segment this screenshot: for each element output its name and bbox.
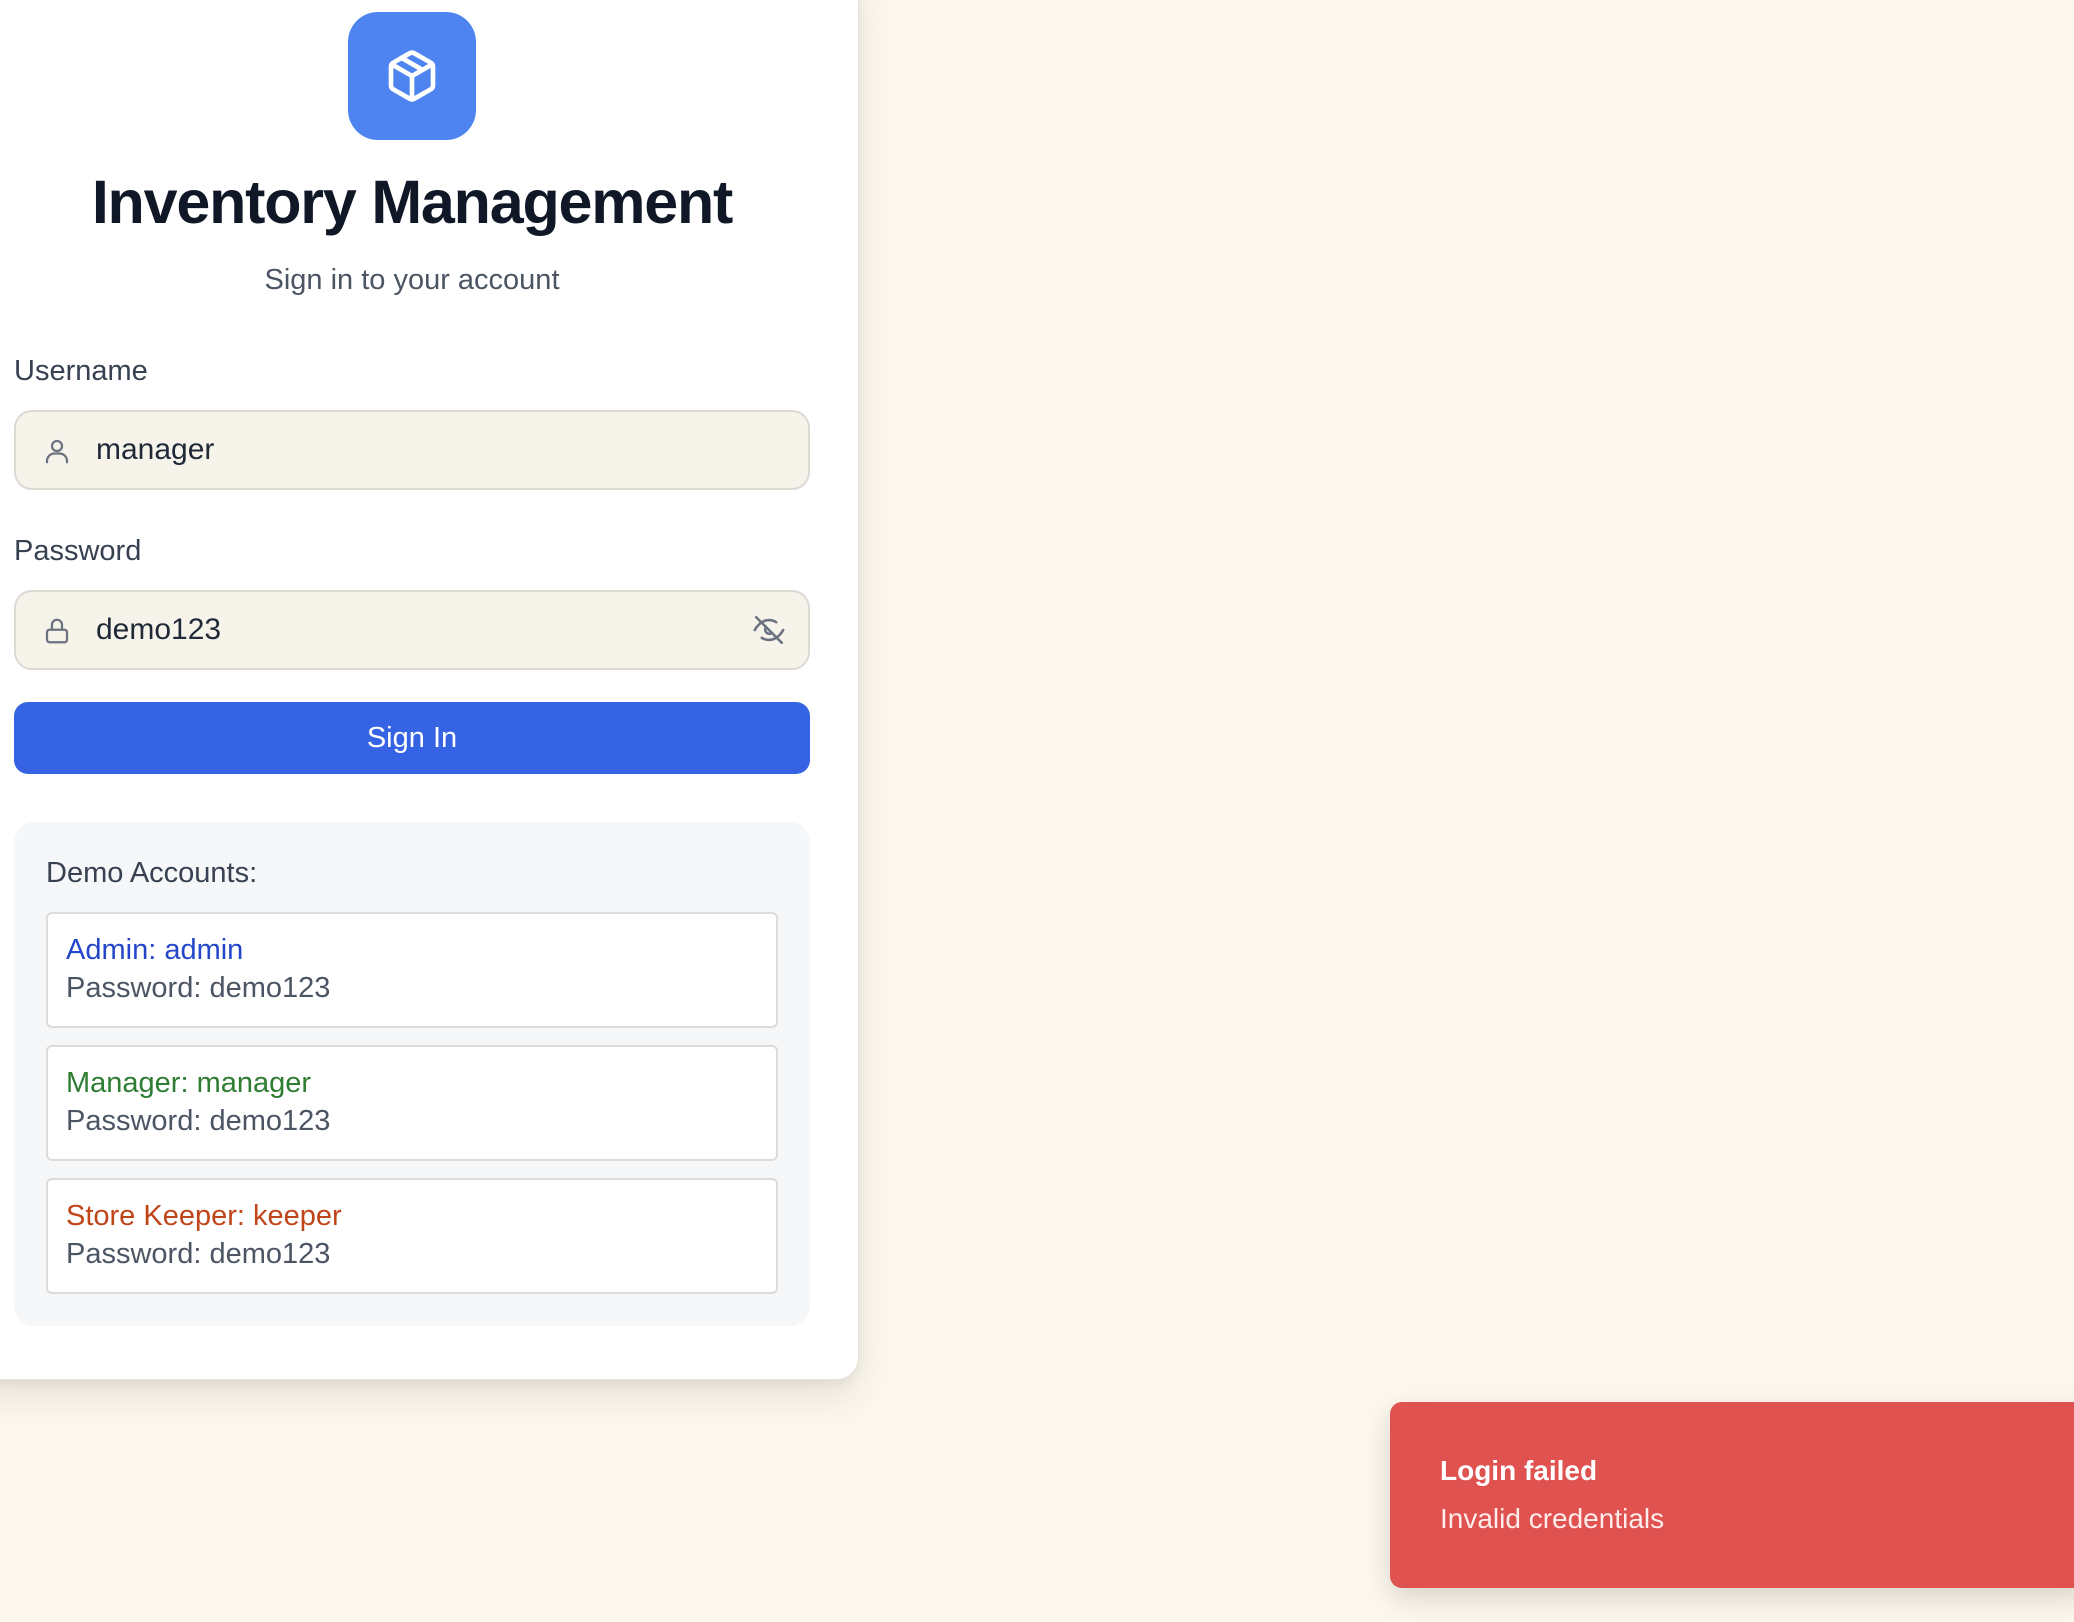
- demo-account-role: Store Keeper: keeper: [66, 1200, 342, 1232]
- app-logo: [348, 12, 476, 140]
- demo-account-password: Password: demo123: [66, 1238, 331, 1270]
- demo-accounts-panel: Demo Accounts: Admin: admin Password: de…: [14, 822, 810, 1326]
- demo-accounts-title: Demo Accounts:: [46, 857, 258, 889]
- user-icon: [45, 439, 69, 464]
- username-label: Username: [14, 355, 148, 387]
- password-label: Password: [14, 535, 142, 567]
- page-subtitle: Sign in to your account: [264, 264, 560, 296]
- lock-icon: [45, 618, 69, 644]
- sign-in-button[interactable]: Sign In: [14, 702, 810, 774]
- password-input[interactable]: [96, 592, 716, 668]
- toast-message: Invalid credentials: [1440, 1503, 1665, 1534]
- password-field[interactable]: [14, 590, 810, 670]
- demo-account-role: Manager: manager: [66, 1067, 312, 1099]
- username-input[interactable]: [96, 412, 716, 488]
- toast-title: Login failed: [1440, 1455, 1598, 1486]
- demo-account-admin[interactable]: Admin: admin Password: demo123: [46, 912, 778, 1028]
- demo-account-manager[interactable]: Manager: manager Password: demo123: [46, 1045, 778, 1161]
- demo-account-role: Admin: admin: [66, 934, 244, 966]
- login-page: Inventory Management Sign in to your acc…: [0, 0, 2074, 1622]
- demo-account-keeper[interactable]: Store Keeper: keeper Password: demo123: [46, 1178, 778, 1294]
- error-toast[interactable]: Login failed Invalid credentials: [1390, 1402, 2074, 1588]
- demo-account-password: Password: demo123: [66, 972, 331, 1004]
- login-card-content: Inventory Management Sign in to your acc…: [14, 12, 810, 1326]
- page-title: Inventory Management: [91, 168, 734, 236]
- demo-account-password: Password: demo123: [66, 1105, 331, 1137]
- login-card: Inventory Management Sign in to your acc…: [0, 0, 859, 1380]
- username-field[interactable]: [14, 410, 810, 490]
- package-box-icon: [388, 50, 436, 102]
- eye-off-icon[interactable]: [752, 613, 786, 647]
